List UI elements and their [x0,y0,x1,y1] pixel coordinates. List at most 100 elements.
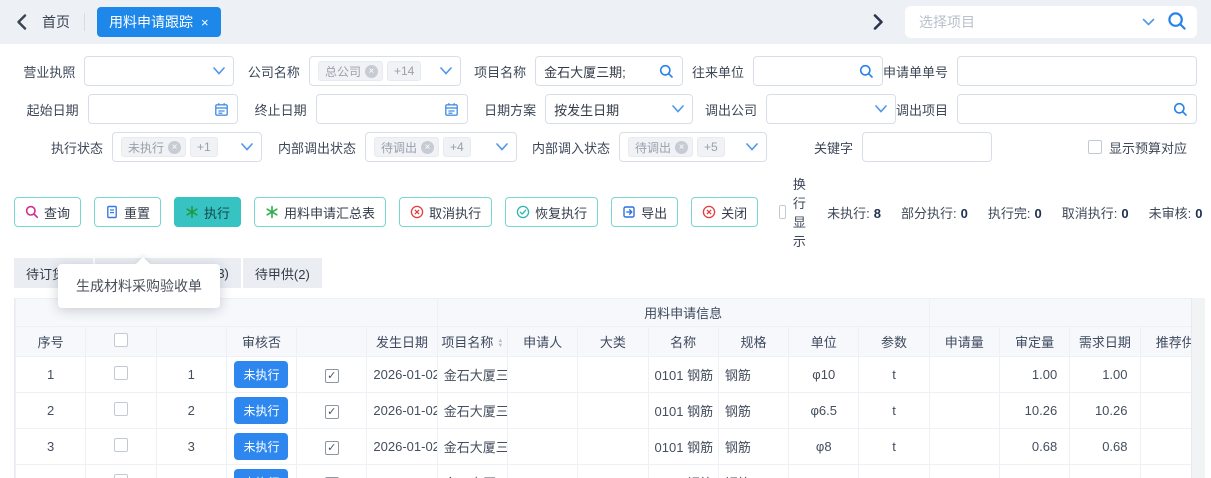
project-select[interactable]: 选择项目 [905,6,1197,38]
material-application-summary-button[interactable]: 用料申请汇总表 [254,197,386,227]
transfer-out-project-input[interactable] [957,94,1197,124]
tab-pending-owner-supply[interactable]: 待甲供(2) [243,258,322,288]
cell-chk[interactable]: ✓ [297,357,367,393]
sort-icon[interactable]: ▲▼ [497,339,503,349]
expand-chevron-icon[interactable] [867,11,889,33]
calendar-icon[interactable] [214,102,229,117]
vertical-scrollbar[interactable] [1191,298,1205,478]
application-number-input[interactable] [957,56,1197,86]
cell-supplier [1140,357,1191,393]
filter-row-1: 营业执照 公司名称 总公司× +14 项目名称 金石大厦三期; [14,56,1197,86]
cell-audit[interactable]: 未执行 [226,357,296,393]
stat-value: 0 [961,206,968,221]
row-select-checkbox[interactable] [114,402,128,416]
status-button[interactable]: 未执行 [234,361,288,388]
tab-material-application-tracking[interactable]: 用料申请跟踪 × [97,7,221,37]
search-icon [25,205,39,219]
column-header-project[interactable]: 项目名称▲▼ [437,327,507,357]
execute-button[interactable]: 执行 [174,197,241,227]
search-icon[interactable] [1167,11,1187,34]
project-name-label: 项目名称 [461,62,535,81]
table-row: 22未执行✓2026-01-02金石大厦三期0101 钢筋钢筋φ6.5t10.2… [16,393,1192,429]
column-header-applyQty: 申请量 [929,327,999,357]
column-header-spec: 规格 [718,327,788,357]
checked-checkbox[interactable]: ✓ [325,405,339,419]
more-tags-badge: +1 [190,137,218,157]
checkbox-icon[interactable] [1088,140,1102,154]
row-select-checkbox[interactable] [114,438,128,452]
cell-no: 1 [16,357,86,393]
more-tags-badge: +4 [443,137,471,157]
cell-chk[interactable]: ✓ [297,465,367,478]
row-select-checkbox[interactable] [114,474,128,478]
internal-transfer-in-status-multiselect[interactable]: 待调出× +5 [619,132,767,162]
remove-tag-icon[interactable]: × [168,141,181,154]
wrap-display-checkbox[interactable]: 换行显示 [779,174,813,250]
stat-value: 8 [874,206,881,221]
status-button[interactable]: 未执行 [234,469,288,478]
date-scheme-select[interactable]: 按发生日期 [545,94,693,124]
checked-checkbox[interactable]: ✓ [325,441,339,455]
checked-checkbox[interactable]: ✓ [325,369,339,383]
internal-transfer-out-status-multiselect[interactable]: 待调出× +4 [365,132,517,162]
company-name-multiselect[interactable]: 总公司× +14 [309,56,461,86]
company-name-label: 公司名称 [234,62,309,81]
cell-category [578,465,648,478]
transfer-out-company-select[interactable] [766,94,896,124]
cell-audit[interactable]: 未执行 [226,429,296,465]
circle-x-icon [702,205,716,219]
table-row: 33未执行✓2026-01-02金石大厦三期0101 钢筋钢筋φ8t0.680.… [16,429,1192,465]
column-header-sel[interactable] [86,327,156,357]
back-chevron-icon[interactable] [10,11,32,33]
chevron-down-icon [241,143,253,151]
show-budget-checkbox[interactable]: 显示预算对应 [1088,138,1187,157]
project-select-placeholder: 选择项目 [919,12,1142,32]
close-tab-icon[interactable]: × [201,15,209,30]
select-all-checkbox[interactable] [114,333,128,347]
cell-sel[interactable] [86,465,156,478]
close-button[interactable]: 关闭 [691,197,758,227]
more-tags-badge: +5 [697,137,725,157]
transfer-out-company-label: 调出公司 [693,100,766,119]
reset-button[interactable]: 重置 [94,197,161,227]
start-date-input[interactable] [88,94,238,124]
business-license-select[interactable] [84,56,234,86]
counterpart-unit-input[interactable] [753,56,883,86]
column-header-chk [297,327,367,357]
status-button[interactable]: 未执行 [234,397,288,424]
keyword-input[interactable] [862,132,992,162]
cell-audit[interactable]: 未执行 [226,393,296,429]
internal-transfer-in-status-label: 内部调入状态 [517,138,619,157]
cell-chk[interactable]: ✓ [297,393,367,429]
cancel-execute-button[interactable]: 取消执行 [399,197,492,227]
tab-home[interactable]: 首页 [42,12,70,32]
search-icon[interactable] [1173,102,1188,117]
remove-tag-icon[interactable]: × [675,141,688,154]
search-icon[interactable] [859,64,874,79]
application-number-label: 申请单单号 [883,62,957,81]
cell-chk[interactable]: ✓ [297,429,367,465]
calendar-icon[interactable] [444,102,459,117]
remove-tag-icon[interactable]: × [421,141,434,154]
cell-sel[interactable] [86,393,156,429]
document-icon [105,205,119,219]
project-name-input[interactable]: 金石大厦三期; [535,56,683,86]
checkbox-icon[interactable] [779,205,786,219]
cell-unit: φ8 [789,429,859,465]
remove-tag-icon[interactable]: × [365,65,378,78]
query-button[interactable]: 查询 [14,197,81,227]
cell-audit[interactable]: 未执行 [226,465,296,478]
export-button[interactable]: 导出 [611,197,678,227]
end-date-input[interactable] [316,94,468,124]
cell-spec: 钢筋 [718,429,788,465]
row-select-checkbox[interactable] [114,366,128,380]
column-header-name: 名称 [648,327,718,357]
execution-status-multiselect[interactable]: 未执行× +1 [112,132,262,162]
status-button[interactable]: 未执行 [234,433,288,460]
resume-execute-button[interactable]: 恢复执行 [505,197,598,227]
cell-sel[interactable] [86,357,156,393]
cell-category [578,357,648,393]
cell-sel[interactable] [86,429,156,465]
chevron-down-icon [440,67,452,75]
search-icon[interactable] [659,64,674,79]
